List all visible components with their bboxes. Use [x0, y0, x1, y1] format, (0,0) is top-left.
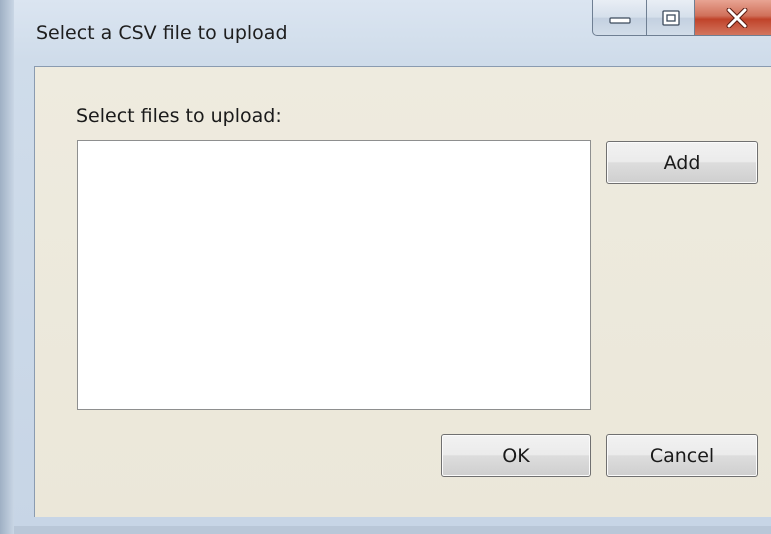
maximize-button[interactable] — [647, 0, 695, 36]
close-icon — [726, 7, 748, 28]
file-list[interactable] — [77, 140, 591, 410]
dialog-window: Select a CSV file to upload Select files… — [0, 0, 771, 534]
add-button[interactable]: Add — [606, 141, 758, 184]
cancel-button[interactable]: Cancel — [606, 434, 758, 477]
minimize-icon — [608, 11, 631, 25]
window-title: Select a CSV file to upload — [36, 22, 288, 44]
ok-button[interactable]: OK — [441, 434, 591, 477]
dialog-body: Select files to upload: Add OK Cancel — [34, 66, 771, 517]
close-button[interactable] — [695, 0, 771, 36]
caption-buttons — [592, 0, 771, 38]
maximize-icon — [661, 9, 681, 27]
minimize-button[interactable] — [592, 0, 647, 36]
select-files-label: Select files to upload: — [76, 105, 282, 127]
